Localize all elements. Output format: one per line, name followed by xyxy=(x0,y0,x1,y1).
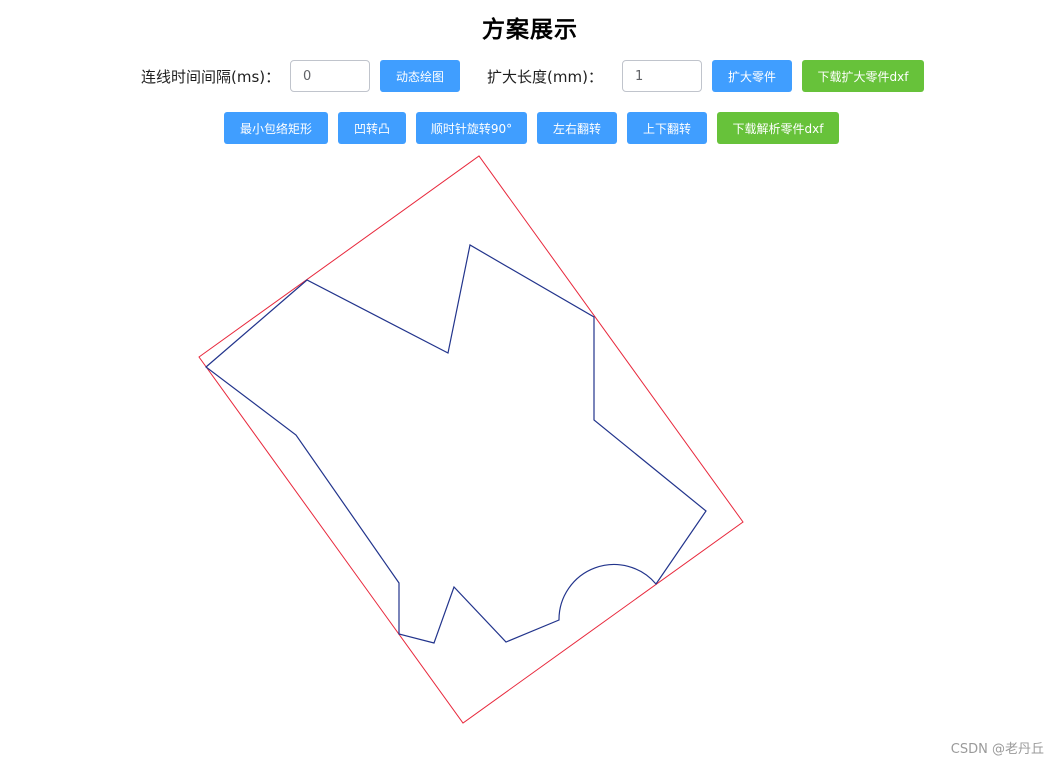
part-outline xyxy=(205,244,707,644)
drawing-canvas xyxy=(198,155,744,724)
page: 方案展示 连线时间间隔(ms)： 动态绘图 扩大长度(mm)： 扩大零件 下载扩… xyxy=(0,0,1060,765)
min-bounding-rectangle xyxy=(198,155,744,724)
watermark: CSDN @老丹丘 xyxy=(950,742,1044,757)
